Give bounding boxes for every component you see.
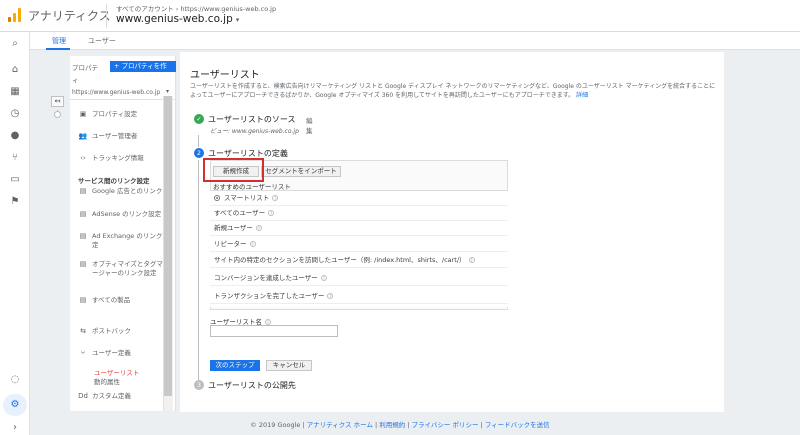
step-title: ユーザーリストのソース xyxy=(208,115,296,124)
sidebar-item-label: すべての製品 xyxy=(92,296,131,304)
tab-user[interactable]: ユーザー xyxy=(88,36,116,46)
help-icon[interactable]: ? xyxy=(272,195,279,201)
ad-exchange-icon: ▤ xyxy=(79,232,87,240)
user-management-icon: 👥 xyxy=(78,132,88,140)
sidebar-subitem-dynamic-attributes[interactable]: 動的属性 xyxy=(94,376,120,386)
adsense-icon: ▤ xyxy=(79,210,87,218)
sidebar-item-label: AdSense のリンク設定 xyxy=(92,210,162,218)
cancel-button[interactable]: キャンセル xyxy=(266,360,312,371)
import-segment-button[interactable]: セグメントをインポート xyxy=(261,166,341,177)
sidebar-item-label: プロパティ設定 xyxy=(92,110,138,118)
footer-link-feedback[interactable]: フィードバックを送信 xyxy=(485,421,550,429)
behavior-icon[interactable]: ▭ xyxy=(9,174,21,186)
chevron-down-icon: ▾ xyxy=(235,16,240,24)
step-connector xyxy=(198,135,199,147)
help-icon[interactable]: ? xyxy=(327,293,334,299)
search-icon[interactable]: ⌕ xyxy=(9,38,21,50)
list-item[interactable]: スマートリスト? xyxy=(210,191,508,206)
recommended-audience-list: スマートリスト? すべてのユーザー? 新規ユーザー? リピーター? サイト内の特… xyxy=(210,190,508,307)
divider xyxy=(70,99,176,100)
help-icon[interactable]: ? xyxy=(468,257,475,263)
audience-name-input[interactable] xyxy=(210,325,338,337)
user-definition-icon: ⑂ xyxy=(80,349,86,357)
list-item[interactable]: トランザクションを完了したユーザー? xyxy=(210,289,508,304)
analytics-logo-icon[interactable] xyxy=(8,8,22,22)
postback-icon: ⇆ xyxy=(80,327,86,335)
property-selector[interactable]: www.genius-web.co.jp ▾ xyxy=(116,13,239,25)
code-icon: ‹› xyxy=(80,154,86,162)
sidebar-item-label: Google 広告とのリンク xyxy=(92,187,163,195)
next-step-button[interactable]: 次のステップ xyxy=(210,360,260,371)
sidebar-item-label: ユーザー管理者 xyxy=(92,132,138,140)
audience-icon[interactable]: ● xyxy=(9,130,21,142)
sidebar-scrollbar-thumb[interactable] xyxy=(164,96,172,396)
tab-admin[interactable]: 管理 xyxy=(52,36,66,46)
list-item[interactable]: コンバージョンを達成したユーザー? xyxy=(210,271,508,286)
footer-link-terms[interactable]: 利用規約 xyxy=(379,421,405,429)
step-title: ユーザーリストの公開先 xyxy=(208,381,296,390)
home-icon[interactable]: ⌂ xyxy=(9,64,21,76)
add-property-button[interactable]: + プロパティを作 xyxy=(110,61,176,72)
back-arrow-icon[interactable]: ↤ xyxy=(51,96,64,107)
products-icon: ▤ xyxy=(79,296,87,304)
sidebar-item-label: トラッキング情報 xyxy=(92,154,144,162)
description-text: ユーザーリストを作成すると、検索広告向けリマーケティング リストと Google… xyxy=(190,83,716,99)
edit-link[interactable]: 編集 xyxy=(306,115,313,135)
acquisition-icon[interactable]: ⑂ xyxy=(9,152,21,164)
gear-icon[interactable]: ⚙ xyxy=(9,399,21,411)
breadcrumb[interactable]: すべてのアカウント › https://www.genius-web.co.jp xyxy=(116,3,276,13)
sidebar-item-label: ポストバック xyxy=(92,327,131,335)
radio-icon[interactable] xyxy=(214,195,220,201)
left-nav-rail: ⌕ ⌂ ▦ ◷ ● ⑂ ▭ ⚑ ◌ ⚙ › xyxy=(0,32,30,435)
learn-more-link[interactable]: 詳細 xyxy=(576,92,588,99)
admin-tabs: 管理 ユーザー xyxy=(30,32,800,50)
custom-definitions-icon: Dd xyxy=(78,392,88,400)
help-icon[interactable]: ? xyxy=(320,275,327,281)
property-url-selector[interactable]: https://www.genius-web.co.jp xyxy=(72,89,160,96)
chevron-down-icon[interactable]: ▾ xyxy=(166,88,169,95)
top-bar: アナリティクス すべてのアカウント › https://www.genius-w… xyxy=(0,0,800,32)
list-item[interactable]: リピーター? xyxy=(210,237,508,252)
page-description: ユーザーリストを作成すると、検索広告向けリマーケティング リストと Google… xyxy=(190,82,718,100)
header-divider xyxy=(106,4,107,28)
google-ads-icon: ▤ xyxy=(79,187,87,195)
check-icon: ✓ xyxy=(194,114,204,124)
discover-icon[interactable]: ◌ xyxy=(9,374,21,386)
sidebar-item-label: Ad Exchange のリンク設定 xyxy=(92,232,169,249)
step-view-info: ビュー: www.genius-web.co.jp xyxy=(210,128,299,135)
conversions-icon[interactable]: ⚑ xyxy=(9,196,21,208)
sidebar-item-label: ユーザー定義 xyxy=(92,349,131,357)
list-item[interactable]: サイト内の特定のセクションを訪問したユーザー（例: /index.html、sh… xyxy=(210,253,508,268)
list-item[interactable]: すべてのユーザー? xyxy=(210,206,508,221)
sidebar-item-label: カスタム定義 xyxy=(92,392,131,400)
app-title: アナリティクス xyxy=(28,9,111,23)
property-name: www.genius-web.co.jp xyxy=(116,13,233,25)
main-panel: ユーザーリスト ユーザーリストを作成すると、検索広告向けリマーケティング リスト… xyxy=(180,52,724,412)
highlight-annotation xyxy=(203,158,264,182)
help-icon[interactable]: ? xyxy=(249,241,256,247)
step-connector xyxy=(198,160,199,380)
property-column: プロパティ + プロパティを作 https://www.genius-web.c… xyxy=(70,56,176,411)
footer: © 2019 Google | アナリティクス ホーム | 利用規約 | プライ… xyxy=(250,421,550,429)
optimize-icon: ▤ xyxy=(79,260,87,268)
step-number-badge: 3 xyxy=(194,380,204,390)
copyright: © 2019 Google | xyxy=(250,421,305,429)
tab-active-underline xyxy=(46,48,70,50)
footer-link-analytics-home[interactable]: アナリティクス ホーム xyxy=(307,421,373,429)
list-item[interactable]: 新規ユーザー? xyxy=(210,221,508,236)
section-heading-product-linking: サービス間のリンク設定 xyxy=(78,177,150,185)
help-icon[interactable]: ? xyxy=(268,210,275,216)
property-settings-icon: ▣ xyxy=(79,110,87,118)
realtime-icon[interactable]: ◷ xyxy=(9,108,21,120)
page-title: ユーザーリスト xyxy=(190,70,260,81)
dashboard-icon[interactable]: ▦ xyxy=(9,86,21,98)
collapse-node[interactable] xyxy=(54,111,61,118)
help-icon[interactable]: ? xyxy=(255,225,262,231)
footer-link-privacy[interactable]: プライバシー ポリシー xyxy=(412,421,479,429)
step-number-badge: 2 xyxy=(194,148,204,158)
property-label: プロパティ xyxy=(72,64,98,84)
sidebar-item-label: オプティマイズとタグマネージャーのリンク設定 xyxy=(92,260,170,277)
